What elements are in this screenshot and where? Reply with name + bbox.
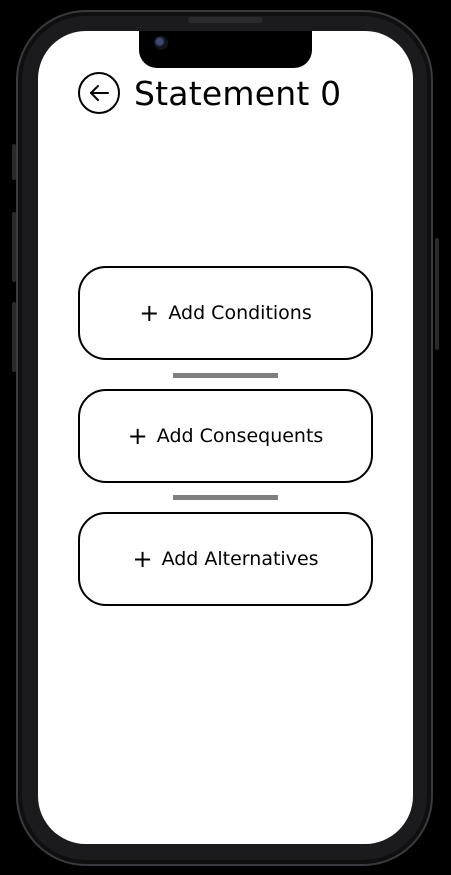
power-button — [435, 238, 439, 350]
back-button[interactable] — [78, 72, 120, 114]
add-alternatives-button[interactable]: + Add Alternatives — [78, 512, 373, 606]
connector-line — [173, 373, 278, 378]
plus-icon: + — [139, 299, 160, 327]
earpiece-speaker — [188, 17, 263, 23]
add-alternatives-label: Add Alternatives — [161, 548, 319, 570]
front-camera — [154, 36, 168, 50]
page-title: Statement 0 — [134, 73, 342, 113]
connector-line — [173, 495, 278, 500]
arrow-left-icon — [90, 85, 109, 101]
header: Statement 0 — [78, 70, 341, 116]
add-conditions-button[interactable]: + Add Conditions — [78, 266, 373, 360]
plus-icon: + — [132, 545, 153, 573]
add-conditions-label: Add Conditions — [168, 302, 312, 324]
add-consequents-button[interactable]: + Add Consequents — [78, 389, 373, 483]
volume-up-button — [12, 212, 16, 282]
add-consequents-label: Add Consequents — [156, 425, 324, 447]
volume-down-button — [12, 302, 16, 372]
plus-icon: + — [127, 422, 148, 450]
mute-switch — [12, 144, 16, 180]
